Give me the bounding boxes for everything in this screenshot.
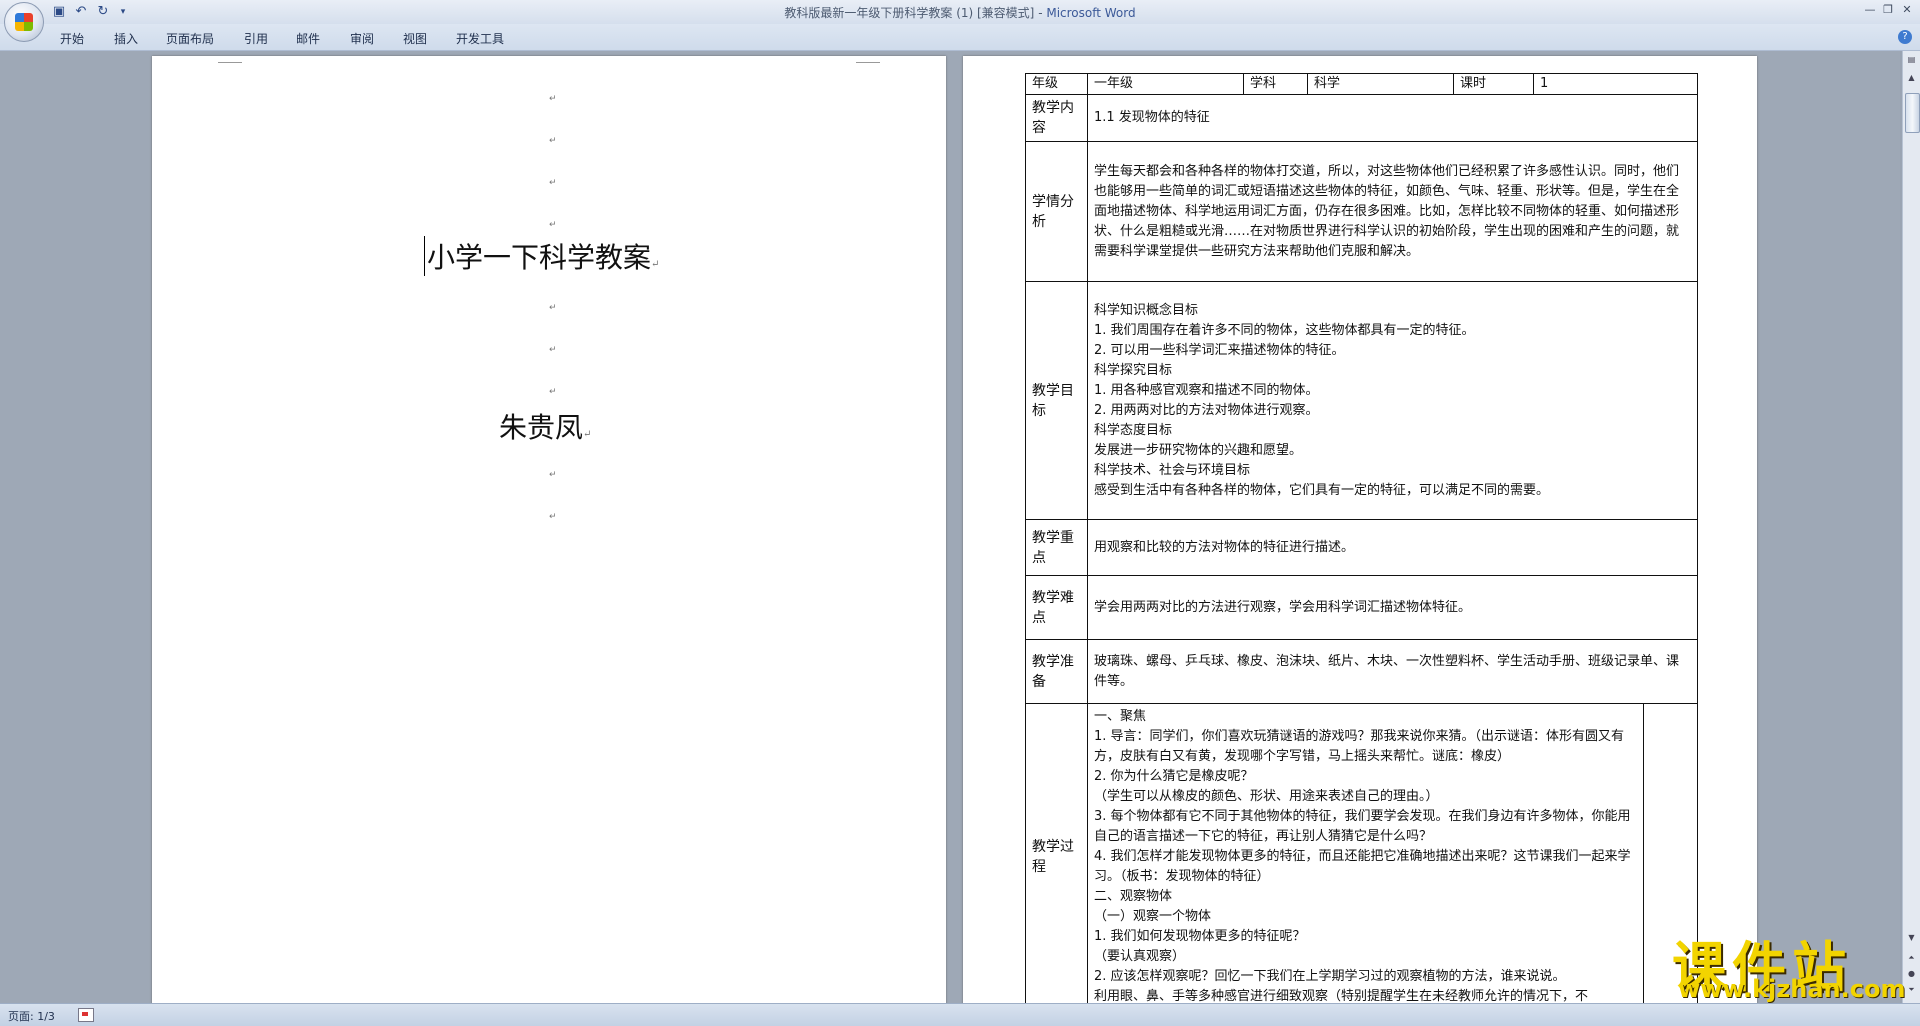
process-line: 二、观察物体 bbox=[1094, 889, 1173, 904]
browse-object-icon[interactable]: ● bbox=[1905, 967, 1918, 981]
scroll-down-icon[interactable]: ▼ bbox=[1905, 931, 1918, 945]
previous-page-icon[interactable]: ⏶ bbox=[1905, 951, 1918, 965]
period-label: 课时 bbox=[1453, 73, 1534, 95]
table-row: 年级 一年级 学科 科学 课时 1 bbox=[1025, 73, 1698, 95]
row-content: 1.1 发现物体的特征 bbox=[1087, 94, 1698, 142]
paragraph-mark: ↵ bbox=[549, 136, 557, 146]
table-row: 学情分析 学生每天都会和各种各样的物体打交道，所以，对这些物体他们已经积累了许多… bbox=[1025, 141, 1698, 282]
office-logo-icon bbox=[15, 13, 33, 31]
process-content: 一、聚焦 1. 导言：同学们，你们喜欢玩猜谜语的游戏吗？那我来说你来猜。（出示谜… bbox=[1087, 703, 1644, 1003]
table-row: 教学过程 一、聚焦 1. 导言：同学们，你们喜欢玩猜谜语的游戏吗？那我来说你来猜… bbox=[1025, 703, 1698, 1003]
objective-line: 发展进一步研究物体的兴趣和愿望。 bbox=[1094, 442, 1303, 458]
objective-line: 科学技术、社会与环境目标 bbox=[1094, 462, 1251, 478]
row-content: 用观察和比较的方法对物体的特征进行描述。 bbox=[1087, 519, 1698, 576]
scroll-up-icon[interactable]: ▲ bbox=[1905, 71, 1918, 85]
objective-line: 科学探究目标 bbox=[1094, 362, 1173, 378]
process-line: （一）观察一个物体 bbox=[1094, 909, 1212, 924]
tab-view[interactable]: 视图 bbox=[403, 30, 427, 47]
lesson-plan-table: 年级 一年级 学科 科学 课时 1 教学内容 1.1 发现物体的特征 学情分析 … bbox=[1025, 73, 1698, 1003]
restore-icon[interactable]: ❐ bbox=[1878, 3, 1898, 16]
site-watermark: 课件站 www.kjzhan.com bbox=[1672, 923, 1905, 1003]
paragraph-mark: ↵ bbox=[549, 470, 557, 480]
row-label: 学情分析 bbox=[1025, 141, 1088, 282]
grade-label: 年级 bbox=[1025, 73, 1088, 95]
row-content: 玻璃珠、螺母、乒乓球、橡皮、泡沫块、纸片、木块、一次性塑料杯、学生活动手册、班级… bbox=[1087, 639, 1698, 704]
ribbon-tab-bar: 开始 插入 页面布局 引用 邮件 审阅 视图 开发工具 ? bbox=[0, 24, 1920, 51]
document-page-1[interactable]: ↵ ↵ ↵ ↵ 小学一下科学教案↵ ↵ ↵ ↵ 朱贵凤↵ ↵ ↵ bbox=[152, 56, 946, 1003]
process-line: 2. 你为什么猜它是橡皮呢？ bbox=[1094, 769, 1254, 784]
proofing-icon[interactable] bbox=[78, 1008, 94, 1022]
tab-references[interactable]: 引用 bbox=[244, 30, 268, 47]
margin-corner-mark bbox=[856, 56, 880, 63]
paragraph-mark: ↵ bbox=[549, 303, 557, 313]
row-label: 教学目标 bbox=[1025, 281, 1088, 520]
paragraph-mark: ↵ bbox=[549, 387, 557, 397]
watermark-url: www.kjzhan.com bbox=[1678, 975, 1906, 1003]
process-line: 2. 应该怎样观察呢？回忆一下我们在上学期学习过的观察植物的方法，谁来说说。 bbox=[1094, 969, 1566, 984]
process-line: 利用眼、鼻、手等多种感官进行细致观察（特别提醒学生在未经教师允许的情况下，不 bbox=[1094, 989, 1589, 1003]
row-label: 教学准备 bbox=[1025, 639, 1088, 704]
objective-line: 2. 用两两对比的方法对物体进行观察。 bbox=[1094, 402, 1319, 418]
process-line: 1. 导言：同学们，你们喜欢玩猜谜语的游戏吗？那我来说你来猜。（出示谜语：体形有… bbox=[1094, 729, 1625, 764]
objective-line: 科学知识概念目标 bbox=[1094, 302, 1199, 318]
document-workspace[interactable]: ↵ ↵ ↵ ↵ 小学一下科学教案↵ ↵ ↵ ↵ 朱贵凤↵ ↵ ↵ 年级 一年级 … bbox=[0, 51, 1900, 1003]
process-line: （学生可以从橡皮的颜色、形状、用途来表述自己的理由。） bbox=[1094, 789, 1439, 804]
row-content: 学生每天都会和各种各样的物体打交道，所以，对这些物体他们已经积累了许多感性认识。… bbox=[1087, 141, 1698, 282]
title-bar: ▣ ↶ ↻ ▾ 教科版最新一年级下册科学教案 (1) [兼容模式] - Micr… bbox=[0, 0, 1920, 42]
paragraph-mark: ↵ bbox=[549, 512, 557, 522]
window-title: 教科版最新一年级下册科学教案 (1) [兼容模式] - Microsoft Wo… bbox=[784, 6, 1136, 20]
paragraph-mark: ↵ bbox=[549, 94, 557, 104]
minimize-icon[interactable]: — bbox=[1860, 3, 1880, 16]
margin-corner-mark bbox=[218, 56, 242, 63]
row-label: 教学内容 bbox=[1025, 94, 1088, 142]
vertical-scrollbar[interactable]: ▤ ▲ ▼ ⏶ ● ⏷ bbox=[1902, 51, 1920, 1003]
table-row: 教学难点 学会用两两对比的方法进行观察，学会用科学词汇描述物体特征。 bbox=[1025, 575, 1698, 640]
document-page-2[interactable]: 年级 一年级 学科 科学 课时 1 教学内容 1.1 发现物体的特征 学情分析 … bbox=[963, 56, 1757, 1003]
subject-label: 学科 bbox=[1243, 73, 1308, 95]
scroll-thumb[interactable] bbox=[1905, 93, 1920, 133]
objective-line: 1. 我们周围存在着许多不同的物体，这些物体都具有一定的特征。 bbox=[1094, 322, 1475, 338]
tab-insert[interactable]: 插入 bbox=[114, 30, 138, 47]
tab-page-layout[interactable]: 页面布局 bbox=[166, 30, 214, 47]
next-page-icon[interactable]: ⏷ bbox=[1905, 983, 1918, 997]
status-bar: 页面: 1/3 bbox=[0, 1003, 1920, 1026]
ruler-toggle-icon[interactable]: ▤ bbox=[1905, 53, 1918, 67]
tab-review[interactable]: 审阅 bbox=[350, 30, 374, 47]
paragraph-mark: ↵ bbox=[549, 220, 557, 230]
paragraph-mark: ↵ bbox=[549, 345, 557, 355]
table-row: 教学内容 1.1 发现物体的特征 bbox=[1025, 94, 1698, 142]
paragraph-mark: ↵ bbox=[549, 178, 557, 188]
process-line: 1. 我们如何发现物体更多的特征呢？ bbox=[1094, 929, 1306, 944]
row-label: 教学过程 bbox=[1025, 703, 1088, 1003]
tab-home[interactable]: 开始 bbox=[60, 30, 84, 47]
tab-mailings[interactable]: 邮件 bbox=[296, 30, 320, 47]
subject-value: 科学 bbox=[1307, 73, 1454, 95]
objectives-content: 科学知识概念目标 1. 我们周围存在着许多不同的物体，这些物体都具有一定的特征。… bbox=[1087, 281, 1698, 520]
tab-developer[interactable]: 开发工具 bbox=[456, 30, 504, 47]
office-button[interactable] bbox=[4, 2, 44, 42]
page-count-status[interactable]: 页面: 1/3 bbox=[8, 1008, 55, 1024]
table-row: 教学目标 科学知识概念目标 1. 我们周围存在着许多不同的物体，这些物体都具有一… bbox=[1025, 281, 1698, 520]
process-line: 4. 我们怎样才能发现物体更多的特征，而且还能把它准确地描述出来呢？这节课我们一… bbox=[1094, 849, 1631, 884]
document-title: 小学一下科学教案↵ bbox=[424, 236, 659, 276]
table-row: 教学重点 用观察和比较的方法对物体的特征进行描述。 bbox=[1025, 519, 1698, 576]
objective-line: 1. 用各种感官观察和描述不同的物体。 bbox=[1094, 382, 1319, 398]
table-row: 教学准备 玻璃珠、螺母、乒乓球、橡皮、泡沫块、纸片、木块、一次性塑料杯、学生活动… bbox=[1025, 639, 1698, 704]
grade-value: 一年级 bbox=[1087, 73, 1244, 95]
document-author: 朱贵凤↵ bbox=[499, 411, 592, 444]
objective-line: 2. 可以用一些科学词汇来描述物体的特征。 bbox=[1094, 342, 1345, 358]
process-line: 一、聚焦 bbox=[1094, 709, 1147, 724]
objective-line: 感受到生活中有各种各样的物体，它们具有一定的特征，可以满足不同的需要。 bbox=[1094, 482, 1550, 498]
help-icon[interactable]: ? bbox=[1898, 30, 1912, 44]
row-label: 教学难点 bbox=[1025, 575, 1088, 640]
process-line: （要认真观察） bbox=[1094, 949, 1186, 964]
close-icon[interactable]: ✕ bbox=[1897, 3, 1917, 16]
row-label: 教学重点 bbox=[1025, 519, 1088, 576]
period-value: 1 bbox=[1533, 73, 1698, 95]
row-content: 学会用两两对比的方法进行观察，学会用科学词汇描述物体特征。 bbox=[1087, 575, 1698, 640]
process-line: 3. 每个物体都有它不同于其他物体的特征，我们要学会发现。在我们身边有许多物体，… bbox=[1094, 809, 1631, 844]
objective-line: 科学态度目标 bbox=[1094, 422, 1173, 438]
